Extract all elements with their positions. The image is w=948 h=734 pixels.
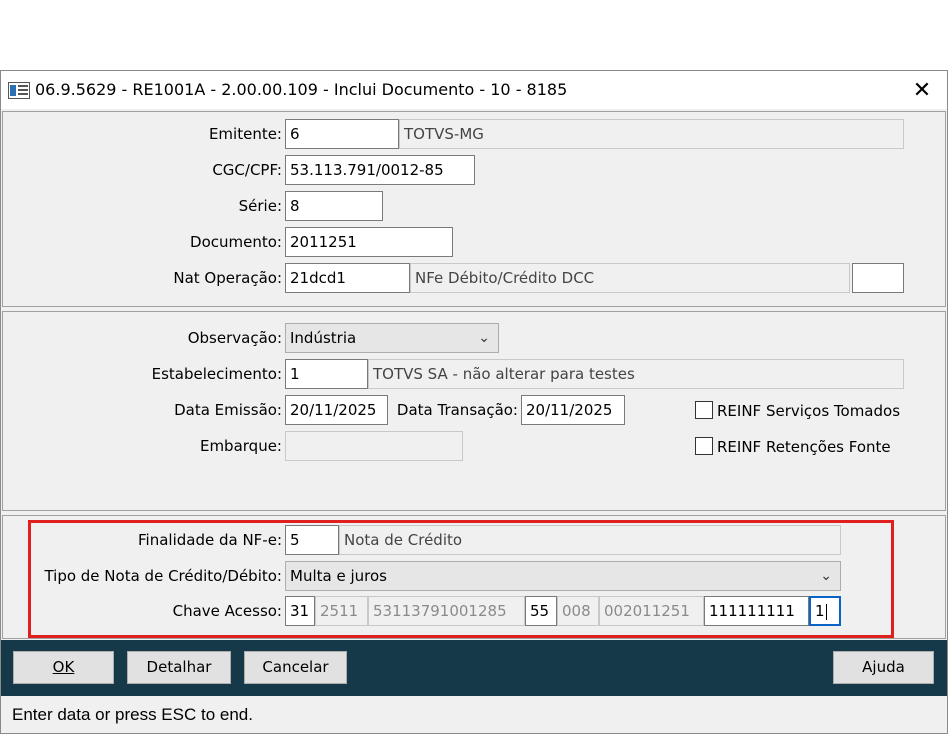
ok-button-label: OK [52, 658, 75, 676]
reinf-servicos-label: REINF Serviços Tomados [717, 402, 901, 420]
app-window-icon [8, 82, 30, 99]
observacao-value: Indústria [290, 329, 357, 347]
serie-input[interactable]: 8 [285, 191, 383, 221]
cancelar-button-label: Cancelar [262, 658, 329, 676]
close-icon[interactable]: ✕ [908, 78, 936, 104]
emitente-name-field: TOTVS-MG [399, 119, 904, 149]
embarque-input[interactable] [285, 431, 463, 461]
window-title: 06.9.5629 - RE1001A - 2.00.00.109 - Incl… [35, 80, 568, 99]
data-transacao-label: Data Transação: [396, 401, 518, 419]
reinf-retencoes-checkbox[interactable] [695, 437, 713, 455]
documento-input[interactable]: 2011251 [285, 227, 453, 257]
documento-label: Documento: [190, 233, 282, 251]
status-message: Enter data or press ESC to end. [12, 705, 253, 724]
nat-operacao-desc-field: NFe Débito/Crédito DCC [410, 263, 850, 293]
serie-label: Série: [238, 197, 282, 215]
cancelar-button[interactable]: Cancelar [244, 651, 347, 684]
nat-operacao-label: Nat Operação: [173, 269, 282, 287]
detalhar-button-label: Detalhar [146, 658, 212, 676]
ok-button[interactable]: OK [13, 651, 114, 684]
estabelecimento-label: Estabelecimento: [151, 365, 282, 383]
reinf-servicos-checkbox[interactable] [695, 401, 713, 419]
ajuda-button[interactable]: Ajuda [833, 651, 934, 684]
reinf-retencoes-label: REINF Retenções Fonte [717, 438, 891, 456]
chevron-down-icon: ⌄ [478, 330, 490, 346]
observacao-label: Observação: [187, 329, 282, 347]
emitente-label: Emitente: [208, 125, 282, 143]
emitente-code-input[interactable]: 6 [285, 119, 399, 149]
observacao-select[interactable]: Indústria ⌄ [285, 323, 499, 353]
data-transacao-input[interactable]: 20/11/2025 [521, 395, 625, 425]
estabelecimento-desc-field: TOTVS SA - não alterar para testes [368, 359, 904, 389]
ajuda-button-label: Ajuda [862, 658, 905, 676]
estabelecimento-code-input[interactable]: 1 [285, 359, 368, 389]
detalhar-button[interactable]: Detalhar [127, 651, 231, 684]
cgc-cpf-label: CGC/CPF: [212, 161, 282, 179]
data-emissao-input[interactable]: 20/11/2025 [285, 395, 388, 425]
cgc-cpf-input[interactable]: 53.113.791/0012-85 [285, 155, 475, 185]
highlight-box [28, 520, 894, 638]
nat-operacao-extra-input[interactable] [852, 263, 904, 293]
embarque-label: Embarque: [199, 437, 282, 455]
nat-operacao-code-input[interactable]: 21dcd1 [285, 263, 410, 293]
data-emissao-label: Data Emissão: [174, 401, 282, 419]
